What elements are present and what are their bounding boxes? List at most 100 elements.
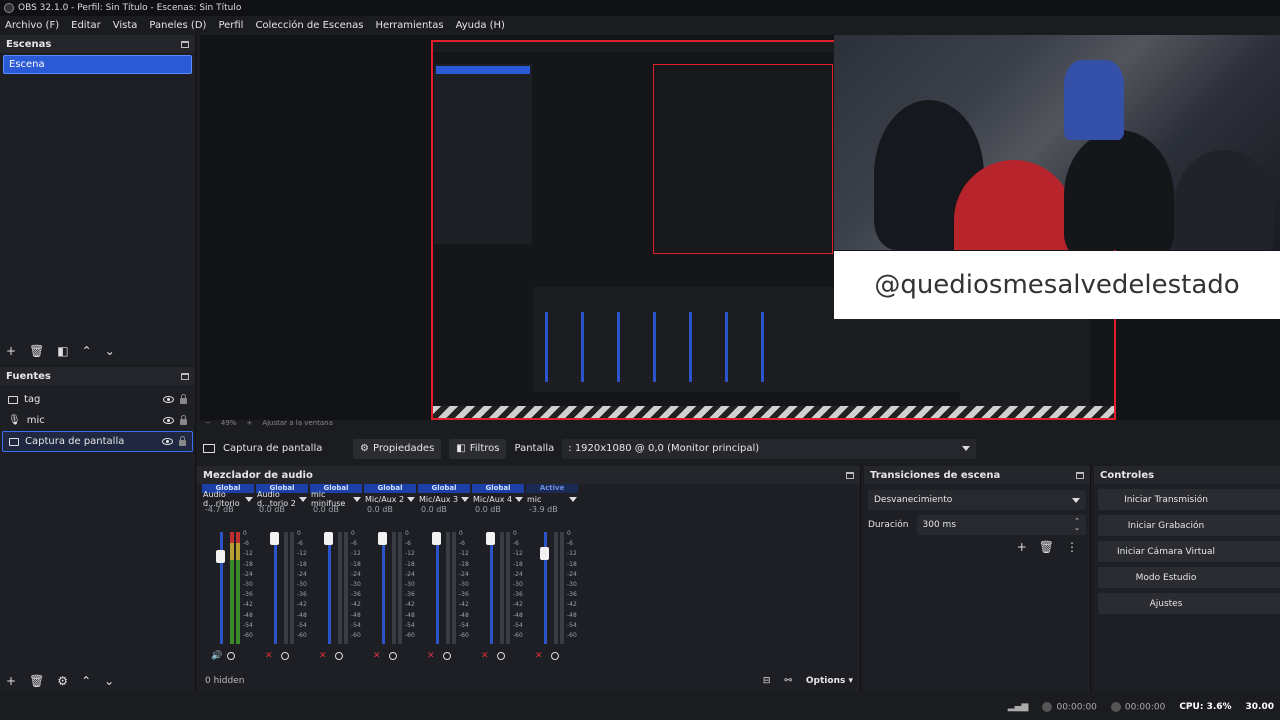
monitor-icon [9,437,19,446]
preview-area[interactable]: @quediosmesalvedelestado [200,35,1280,420]
meter-scale-label: -42 [459,601,469,609]
headphones-icon[interactable] [335,652,343,660]
menu-coleccion-escenas[interactable]: Colección de Escenas [255,20,363,31]
properties-button[interactable]: ⚙ Propiedades [353,438,442,459]
menu-archivo[interactable]: Archivo (F) [5,20,59,31]
volume-slider-handle[interactable] [270,532,279,545]
monitor-icon [203,444,215,453]
muted-speaker-icon[interactable]: ✕ [373,652,383,661]
filters-button[interactable]: ◧ Filtros [449,438,507,459]
fit-label[interactable]: Ajustar a la ventana [262,419,333,427]
start-recording-button[interactable]: Iniciar Grabación [1098,515,1280,536]
hidden-count: 0 hidden [205,676,245,686]
volume-slider-handle[interactable] [486,532,495,545]
link-icon[interactable]: ⚯ [784,676,792,686]
channel-name[interactable]: Mic/Aux 3 [417,493,471,505]
zoom-in-icon[interactable]: + [246,419,252,427]
channel-name[interactable]: Audio d...torio 2 [255,490,309,508]
lock-icon[interactable] [179,436,186,446]
menu-editar[interactable]: Editar [71,20,101,31]
add-icon[interactable]: + [6,674,16,688]
options-button[interactable]: Options ▾ [806,676,853,686]
trash-icon[interactable]: 🗑 [29,674,44,688]
scenes-toolbar: + 🗑 ◧ ⌃ ⌄ [6,344,115,358]
transition-select[interactable]: Desvanecimiento [868,490,1086,510]
volume-slider-handle[interactable] [324,532,333,545]
volume-slider-track[interactable] [220,532,223,644]
add-icon[interactable]: + [1017,540,1027,554]
lock-icon[interactable] [180,394,187,404]
undock-icon[interactable] [846,471,854,479]
duration-label: Duración [868,520,909,530]
start-streaming-button[interactable]: Iniciar Transmisión [1098,489,1280,510]
zoom-out-icon[interactable]: − [205,419,211,427]
menu-perfil[interactable]: Perfil [218,20,243,31]
menu-ayuda[interactable]: Ayuda (H) [456,20,505,31]
channel-name[interactable]: mic minifuse [309,490,363,508]
signal-icon: ▂▄▆ [1007,702,1029,712]
volume-slider-handle[interactable] [216,549,225,563]
level-meter [344,532,348,644]
level-meter [338,532,342,644]
muted-speaker-icon[interactable]: ✕ [481,652,491,661]
visibility-eye-icon[interactable] [162,438,173,445]
volume-slider-handle[interactable] [378,532,387,545]
studio-mode-button[interactable]: Modo Estudio [1098,567,1280,588]
layout-icon[interactable]: ⊟ [763,676,771,686]
channel-name[interactable]: mic [525,493,579,505]
volume-slider-track[interactable] [274,532,277,644]
menu-vista[interactable]: Vista [113,20,138,31]
move-down-icon[interactable]: ⌄ [105,344,115,358]
volume-slider-track[interactable] [382,532,385,644]
trash-icon[interactable]: 🗑 [1039,540,1054,554]
duration-input[interactable]: 300 ms ⌃ ⌄ [916,515,1086,535]
zoom-row: − 49% + Ajustar a la ventana [0,418,1280,428]
volume-slider-handle[interactable] [540,547,549,561]
channel-name[interactable]: Mic/Aux 4 [471,493,525,505]
headphones-icon[interactable] [227,652,235,660]
start-virtual-camera-button[interactable]: Iniciar Cámara Virtual [1098,541,1280,562]
speaker-icon[interactable]: 🔊 [211,652,222,661]
display-select[interactable]: : 1920x1080 @ 0,0 (Monitor principal) [562,438,977,459]
filter-icon[interactable]: ◧ [57,344,68,358]
move-up-icon[interactable]: ⌃ [82,344,92,358]
scene-item[interactable]: Escena [3,55,192,74]
undock-icon[interactable] [181,40,189,48]
muted-speaker-icon[interactable]: ✕ [265,652,275,661]
muted-speaker-icon[interactable]: ✕ [535,652,545,661]
muted-speaker-icon[interactable]: ✕ [319,652,329,661]
trash-icon[interactable]: 🗑 [29,344,44,358]
undock-icon[interactable] [181,372,189,380]
channel-name[interactable]: Audio d...ritorio [201,490,255,508]
move-up-icon[interactable]: ⌃ [81,674,91,688]
duration-row: Duración 300 ms ⌃ ⌄ [868,515,1086,535]
headphones-icon[interactable] [497,652,505,660]
volume-slider-track[interactable] [328,532,331,644]
mixer-channel: Global mic minifuse 0.0 dB 0 -6 -12 -18 -24 -30-… [309,484,363,674]
more-options-icon[interactable]: ⋮ [1066,540,1078,554]
move-down-icon[interactable]: ⌄ [104,674,114,688]
mixer-title: Mezclador de audio [203,469,313,481]
headphones-icon[interactable] [389,652,397,660]
muted-speaker-icon[interactable]: ✕ [427,652,437,661]
channel-name[interactable]: Mic/Aux 2 [363,493,417,505]
spinner-arrows-icon[interactable]: ⌃ ⌄ [1074,518,1080,532]
chair [1064,60,1124,140]
source-item-tag[interactable]: tag [2,389,193,410]
headphones-icon[interactable] [551,652,559,660]
visibility-eye-icon[interactable] [163,396,174,403]
menu-herramientas[interactable]: Herramientas [375,20,443,31]
headphones-icon[interactable] [443,652,451,660]
source-item-captura[interactable]: Captura de pantalla [2,431,193,452]
volume-slider-track[interactable] [436,532,439,644]
meter-scale-label: -24 [297,570,307,578]
settings-button[interactable]: Ajustes [1098,593,1280,614]
add-icon[interactable]: + [6,344,16,358]
headphones-icon[interactable] [281,652,289,660]
volume-slider-handle[interactable] [432,532,441,545]
menu-paneles[interactable]: Paneles (D) [149,20,206,31]
volume-slider-track[interactable] [490,532,493,644]
gear-icon[interactable]: ⚙ [57,674,68,688]
meter-scale-label: -30 [351,581,361,589]
undock-icon[interactable] [1076,471,1084,479]
